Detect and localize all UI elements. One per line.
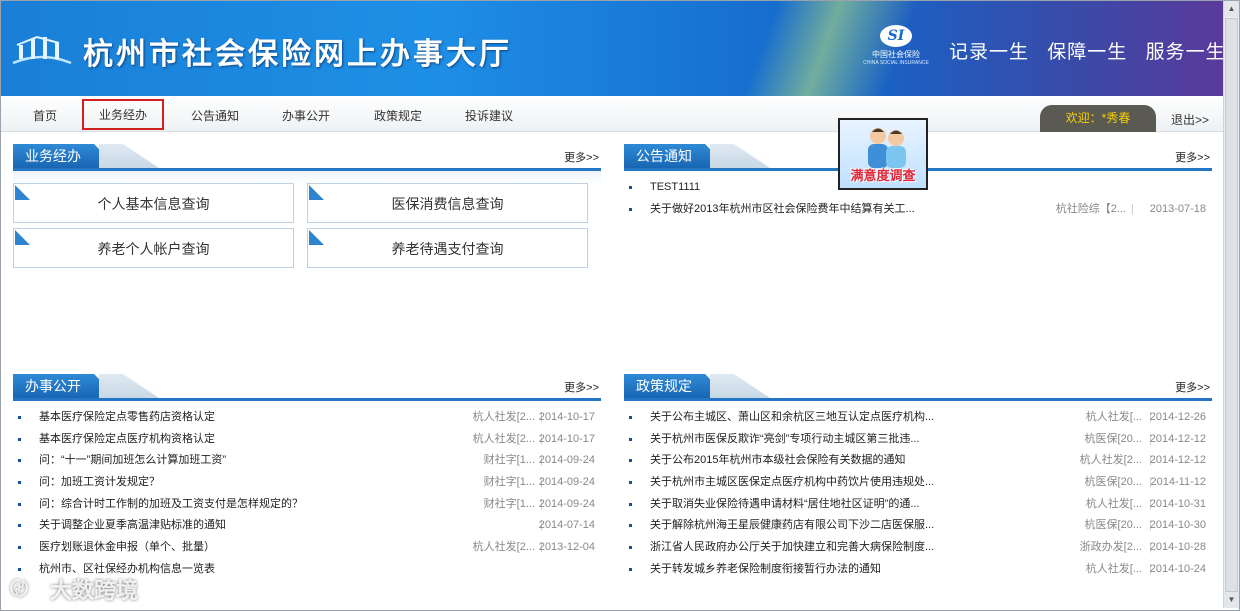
scroll-down-icon[interactable]: ▼ (1224, 592, 1239, 608)
list-item[interactable]: 问：综合计时工作制的加班及工资支付是怎样规定的？ 财社字[1... | 2014-09… (13, 494, 601, 516)
watermark-logo-icon: 〄 (10, 579, 28, 599)
welcome-user: 欢迎：*秀春 (1040, 105, 1156, 132)
watermark: 〄大数跨境 (10, 573, 138, 605)
slogan-1: 记录一生 (949, 42, 1030, 63)
more-link[interactable]: 更多>> (564, 149, 599, 165)
city-logo-icon (12, 35, 72, 65)
scroll-thumb[interactable] (1225, 18, 1238, 592)
panel-policy: 政策规定 更多>> 关于公布主城区、萧山区和余杭区三地互认定点医疗机构... 杭人… (624, 374, 1212, 581)
nav-notices[interactable]: 公告通知 (191, 107, 239, 124)
list-item[interactable]: 关于调整企业夏季高温津贴标准的通知 | 2014-07-14 (13, 515, 601, 537)
more-link[interactable]: 更多>> (564, 379, 599, 395)
list-item[interactable]: 关于取消失业保险待遇申请材料“居住地社区证明”的通... 杭人社发[... | 201… (624, 494, 1212, 516)
policy-list: 关于公布主城区、萧山区和余杭区三地互认定点医疗机构... 杭人社发[... | 201… (624, 407, 1212, 581)
nav-business[interactable]: 业务经办 (82, 99, 165, 130)
list-item[interactable]: 关于做好2013年杭州市区社会保险费年中结算有关工... 杭社险综【2... |… (624, 199, 1212, 221)
slogan-3: 服务一生 (1145, 42, 1223, 63)
panel-affairs: 办事公开 更多>> 基本医疗保险定点零售药店资格认定 杭人社发[2... | 2014… (13, 374, 601, 581)
slogan: 记录一生 保障一生 服务一生 (949, 37, 1223, 64)
more-link[interactable]: 更多>> (1175, 149, 1210, 165)
list-item[interactable]: 医疗划账退休金申报（单个、批量） 杭人社发[2... | 2013-12-04 (13, 537, 601, 559)
list-item[interactable]: 问：加班工资计发规定？ 财社字[1... | 2014-09-24 (13, 472, 601, 494)
affairs-list: 基本医疗保险定点零售药店资格认定 杭人社发[2... | 2014-10-17 基本医… (13, 407, 601, 581)
list-item[interactable]: 基本医疗保险定点医疗机构资格认定 杭人社发[2... | 2014-10-17 (13, 429, 601, 451)
emblem-en-text: CHINA SOCIAL INSURANCE (863, 60, 929, 66)
si-logo-icon: SI (880, 25, 912, 47)
pension-payment-query-button[interactable]: 养老待遇支付查询 (307, 228, 588, 268)
people-icon (868, 128, 906, 168)
social-insurance-emblem: SI 中国社会保险 CHINA SOCIAL INSURANCE (861, 25, 931, 75)
logout-link[interactable]: 退出>> (1171, 111, 1209, 128)
nav-home[interactable]: 首页 (33, 107, 57, 124)
list-item[interactable]: 关于解除杭州海王星辰健康药店有限公司下沙二店医保服... 杭医保[20... | 20… (624, 515, 1212, 537)
medical-consumption-query-button[interactable]: 医保消费信息查询 (307, 183, 588, 223)
list-item[interactable]: 浙江省人民政府办公厅关于加快建立和完善大病保险制度... 浙政办发[2... | 20… (624, 537, 1212, 559)
slogan-2: 保障一生 (1047, 42, 1128, 63)
header-banner: 杭州市社会保险网上办事大厅 SI 中国社会保险 CHINA SOCIAL INS… (1, 1, 1223, 96)
nav-affairs[interactable]: 办事公开 (282, 107, 330, 124)
panel-business: 业务经办 更多>> (13, 144, 601, 185)
nav-complaints[interactable]: 投诉建议 (465, 107, 513, 124)
pension-account-query-button[interactable]: 养老个人帐户查询 (13, 228, 294, 268)
list-item[interactable]: 关于公布主城区、萧山区和余杭区三地互认定点医疗机构... 杭人社发[... | 201… (624, 407, 1212, 429)
list-item[interactable]: 关于杭州市主城区医保定点医疗机构中药饮片使用违规处... 杭医保[20... | 20… (624, 472, 1212, 494)
list-item[interactable]: 关于转发城乡养老保险制度衔接暂行办法的通知 杭人社发[... | 2014-10-24 (624, 559, 1212, 581)
list-item[interactable]: 基本医疗保险定点零售药店资格认定 杭人社发[2... | 2014-10-17 (13, 407, 601, 429)
emblem-cn-text: 中国社会保险 (872, 50, 920, 59)
list-item[interactable]: 关于杭州市医保反欺诈“亮剑”专项行动主城区第三批违... 杭医保[20... | 20… (624, 429, 1212, 451)
list-item[interactable]: 问：“十一”期间加班怎么计算加班工资” 财社字[1... | 2014-09-24 (13, 450, 601, 472)
scroll-up-icon[interactable]: ▲ (1224, 1, 1239, 17)
list-item[interactable]: 关于公布2015年杭州市本级社会保险有关数据的通知 杭人社发[2... | 2014-… (624, 450, 1212, 472)
more-link[interactable]: 更多>> (1175, 379, 1210, 395)
personal-info-query-button[interactable]: 个人基本信息查询 (13, 183, 294, 223)
vertical-scrollbar[interactable]: ▲ ▼ (1223, 1, 1239, 608)
satisfaction-survey-badge[interactable]: 满意度调查 (838, 118, 928, 190)
site-title: 杭州市社会保险网上办事大厅 (83, 37, 512, 72)
nav-policy[interactable]: 政策规定 (374, 107, 422, 124)
